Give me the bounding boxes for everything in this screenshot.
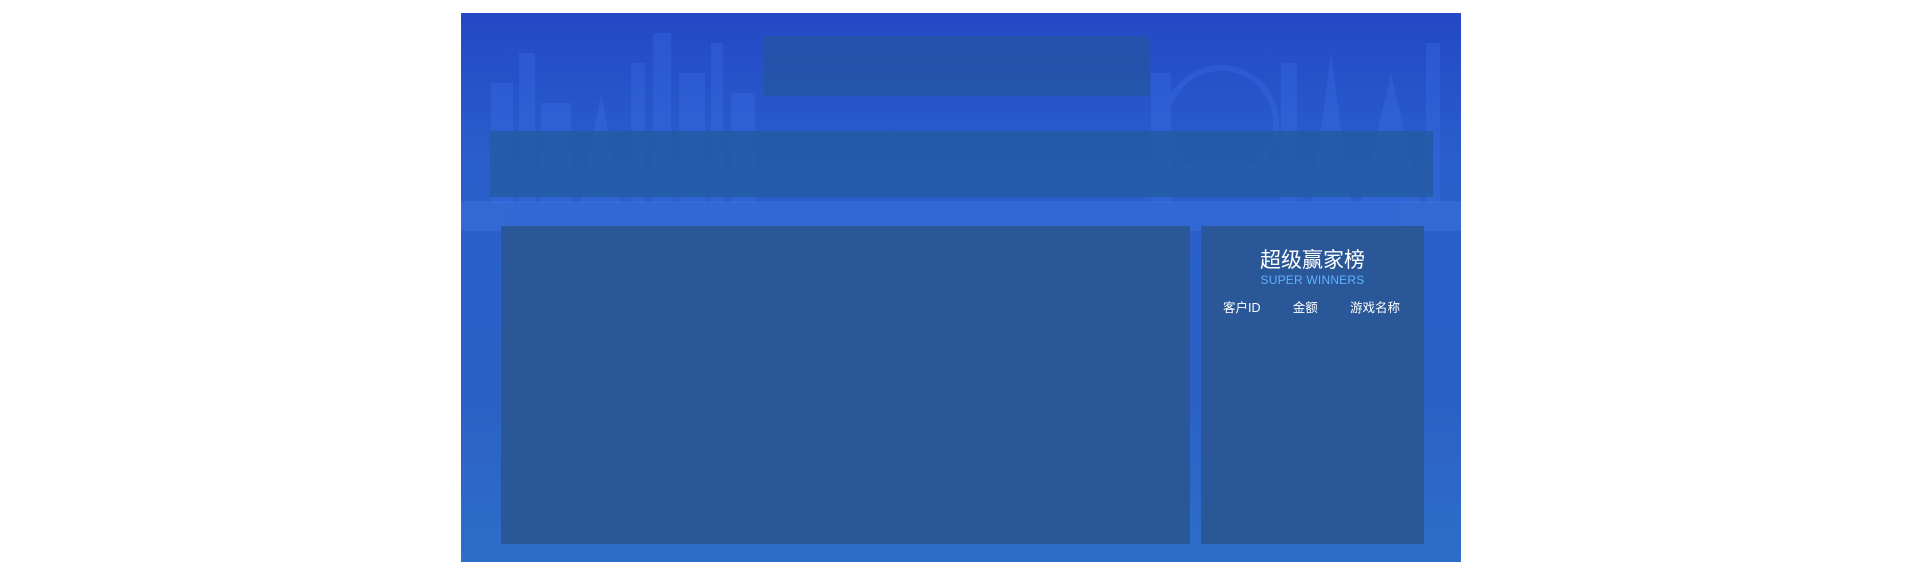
header-banner-placeholder [490,131,1433,197]
winners-table-header: 客户ID 金额 游戏名称 [1223,297,1400,316]
main-content-panel [501,226,1190,544]
super-winners-panel: 超级赢家榜 SUPER WINNERS 客户ID 金额 游戏名称 [1201,226,1424,544]
winners-title: 超级赢家榜 [1260,249,1365,272]
column-amount: 金额 [1292,301,1318,315]
top-banner-placeholder [764,36,1150,96]
column-customer-id: 客户ID [1223,301,1261,315]
promo-stage: 超级赢家榜 SUPER WINNERS 客户ID 金额 游戏名称 [461,13,1461,562]
winners-subtitle: SUPER WINNERS [1260,273,1365,287]
column-game-name: 游戏名称 [1349,301,1400,315]
winners-list [1201,316,1424,546]
